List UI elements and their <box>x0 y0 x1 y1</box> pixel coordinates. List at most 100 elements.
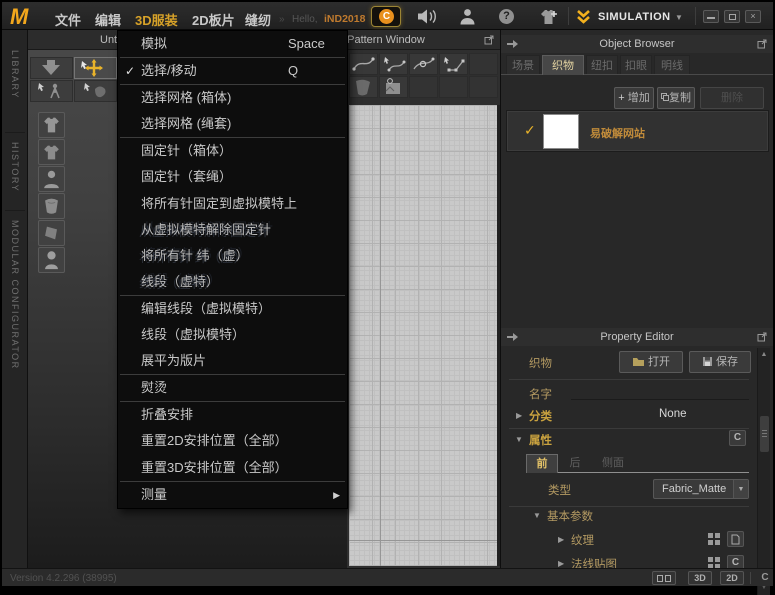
simulation-label[interactable]: SIMULATION <box>598 11 671 23</box>
curve-tool-button[interactable] <box>349 53 378 75</box>
menu-item-pin-box[interactable]: 固定针（箱体） <box>118 138 347 164</box>
select-move-tool-button[interactable] <box>74 57 117 79</box>
close-button[interactable]: × <box>745 10 761 23</box>
side-tab-back[interactable]: 后 <box>561 454 589 473</box>
speaker-icon[interactable] <box>416 9 439 24</box>
name-input[interactable] <box>571 382 749 400</box>
property-label: 属性 <box>529 432 552 448</box>
menu-item-all-pins[interactable]: 将所有针 纬（虚） <box>118 243 347 269</box>
tab-scene[interactable]: 场景 <box>506 55 540 75</box>
maximize-button[interactable] <box>724 10 740 23</box>
menu-item-reset-3d-arrangement-all[interactable]: 重置3D安排位置（全部） <box>118 455 347 481</box>
menu-item-tack-avatar[interactable]: 线段（虚特） <box>118 269 347 295</box>
pattern-tool-button[interactable] <box>469 53 498 75</box>
menubar-3d-garment[interactable]: 3D服装 <box>135 10 178 29</box>
library-item-avatar-1[interactable] <box>38 166 65 192</box>
reset-property-button[interactable]: C <box>729 430 746 446</box>
dart-tool-button[interactable] <box>349 76 378 98</box>
expand-arrow-icon[interactable]: ▶ <box>558 559 564 568</box>
popout-icon[interactable] <box>757 39 767 49</box>
save-fabric-button[interactable]: 保存 <box>689 351 751 373</box>
curve-point-tool-button[interactable] <box>409 53 438 75</box>
scrollbar-thumb[interactable] <box>760 416 769 452</box>
menu-item-iron[interactable]: 熨烫 <box>118 375 347 401</box>
submenu-arrow-icon: ▶ <box>333 482 340 508</box>
open-fabric-button[interactable]: 打开 <box>619 351 683 373</box>
minimize-button[interactable] <box>703 10 719 23</box>
side-tab-side[interactable]: 侧面 <box>593 454 633 473</box>
fabric-list-item[interactable]: ✓ 易破解网站 <box>506 110 769 152</box>
menubar-edit[interactable]: 编辑 <box>95 10 121 29</box>
menu-item-detach-pins-from-avatar[interactable]: 从虚拟模特解除固定针 <box>118 217 347 243</box>
texture-file-button[interactable] <box>727 531 744 547</box>
pin-tool-button[interactable] <box>74 80 117 102</box>
refresh-view-button[interactable]: C <box>757 571 773 585</box>
edit-curve-tool-button[interactable] <box>379 53 408 75</box>
left-sidebar-rail: LIBRARY HISTORY MODULAR CONFIGURATOR <box>2 30 28 568</box>
clo-badge-icon[interactable]: C <box>371 6 401 27</box>
view-2d-button[interactable]: 2D <box>720 571 744 585</box>
menu-item-tack-on-avatar[interactable]: 线段（虚拟模特） <box>118 322 347 348</box>
menu-item-select-move[interactable]: ✓ 选择/移动Q <box>118 58 347 84</box>
menubar-sewing[interactable]: 缝纫 <box>245 10 271 29</box>
menu-item-fold-arrangement[interactable]: 折叠安排 <box>118 402 347 428</box>
tab-topstitch[interactable]: 明线 <box>654 55 690 75</box>
menu-item-attach-pins-to-avatar[interactable]: 将所有针固定到虚拟模特上 <box>118 191 347 217</box>
pattern-2d-canvas[interactable] <box>349 105 497 566</box>
menubar-file[interactable]: 文件 <box>55 10 81 29</box>
menu-item-edit-tack-avatar[interactable]: 编辑线段（虚拟模特） <box>118 296 347 322</box>
texture-editor-tool-button[interactable] <box>379 76 408 98</box>
collapse-arrow-icon[interactable]: ▼ <box>515 435 523 444</box>
tab-fabric[interactable]: 织物 <box>542 55 584 75</box>
popout-icon[interactable] <box>484 35 494 45</box>
tool-button[interactable] <box>469 76 498 98</box>
divider <box>5 210 25 211</box>
menubar-2d-pattern[interactable]: 2D板片 <box>192 10 235 29</box>
gizmo-tool-button[interactable] <box>30 57 73 79</box>
simulation-dropdown-arrow-icon[interactable]: ▼ <box>675 13 683 22</box>
edit-polygon-tool-button[interactable] <box>439 53 468 75</box>
menu-item-flatten-to-pattern[interactable]: 展平为版片 <box>118 348 347 374</box>
library-item-fabric-1[interactable] <box>38 193 65 219</box>
library-item-fabric-2[interactable] <box>38 220 65 246</box>
library-item-garment-1[interactable] <box>38 112 65 138</box>
popout-icon[interactable] <box>757 332 767 342</box>
view-3d-button[interactable]: 3D <box>688 571 712 585</box>
property-editor-scrollbar[interactable]: ▲ ▼ <box>757 348 770 595</box>
menu-item-select-mesh-lasso[interactable]: 选择网格 (绳套) <box>118 111 347 137</box>
sidebar-tab-library[interactable]: LIBRARY <box>10 50 20 99</box>
add-garment-icon[interactable] <box>538 8 559 26</box>
tab-buttonhole[interactable]: 扣眼 <box>620 55 652 75</box>
user-icon[interactable] <box>459 8 476 25</box>
delete-fabric-button[interactable]: 删除 <box>700 87 764 109</box>
material-type-dropdown[interactable]: Fabric_Matte ▼ <box>653 479 749 499</box>
texture-tile-icon[interactable] <box>708 533 722 547</box>
sidebar-tab-modular-configurator[interactable]: MODULAR CONFIGURATOR <box>10 220 20 370</box>
menu-item-pin-lasso[interactable]: 固定针（套绳） <box>118 164 347 190</box>
menu-item-select-mesh-box[interactable]: 选择网格 (箱体) <box>118 85 347 111</box>
help-icon[interactable]: ? <box>499 9 514 24</box>
side-tab-front[interactable]: 前 <box>526 454 558 473</box>
expand-arrow-icon[interactable]: ▶ <box>558 535 564 544</box>
save-icon <box>702 356 713 367</box>
library-item-garment-2[interactable] <box>38 139 65 165</box>
checkmark-icon[interactable]: ✓ <box>524 122 536 139</box>
library-item-avatar-2[interactable] <box>38 247 65 273</box>
menu-item-simulate[interactable]: 模拟Space <box>118 31 347 57</box>
collapse-arrow-icon[interactable]: ▼ <box>533 511 541 520</box>
tool-button[interactable] <box>439 76 468 98</box>
scroll-up-arrow-icon[interactable]: ▲ <box>758 351 770 358</box>
tab-button[interactable]: 纽扣 <box>586 55 618 75</box>
menu-item-reset-2d-arrangement-all[interactable]: 重置2D安排位置（全部） <box>118 428 347 454</box>
material-type-value: Fabric_Matte <box>662 483 726 495</box>
app-logo: M <box>10 4 28 30</box>
expand-arrow-icon[interactable]: ▶ <box>516 411 522 420</box>
split-view-button[interactable] <box>652 571 676 585</box>
copy-fabric-button[interactable]: 复制 <box>657 87 695 109</box>
menu-item-measure[interactable]: 测量 ▶ <box>118 482 347 508</box>
sidebar-tab-history[interactable]: HISTORY <box>10 142 20 192</box>
tool-button[interactable] <box>409 76 438 98</box>
walk-tool-button[interactable] <box>30 80 73 102</box>
fabric-swatch[interactable] <box>543 114 579 149</box>
add-fabric-button[interactable]: + 增加 <box>614 87 654 109</box>
